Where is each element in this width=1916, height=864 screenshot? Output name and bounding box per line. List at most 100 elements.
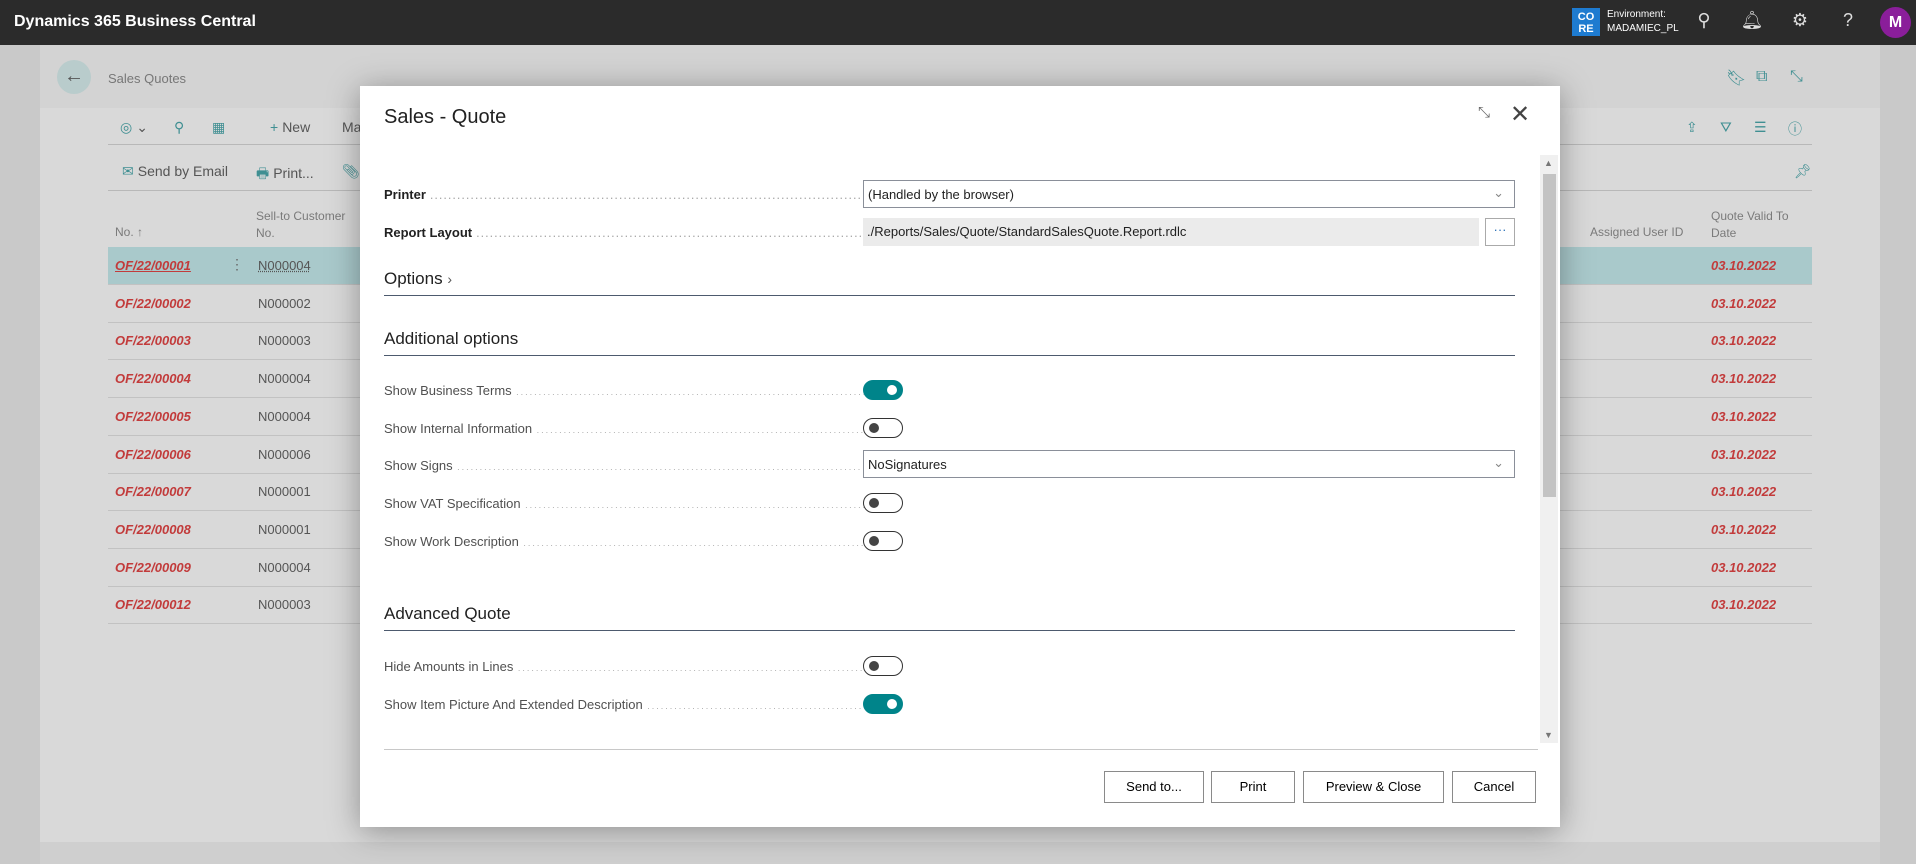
valid-to-date: 03.10.2022	[1711, 521, 1777, 537]
show-business-terms-toggle[interactable]	[863, 380, 903, 400]
show-signs-value: NoSignatures	[868, 457, 947, 472]
environment-name: MADAMIEC_PL	[1607, 23, 1679, 34]
back-button[interactable]: ←	[57, 60, 91, 94]
send-to-button[interactable]: Send to...	[1104, 771, 1204, 803]
advanced-quote-header: Advanced Quote	[384, 604, 1515, 631]
filter-icon[interactable]: ⛛	[1720, 119, 1736, 136]
views-icon[interactable]: ◎ ⌄	[120, 119, 148, 136]
quote-no-link[interactable]: OF/22/00008	[115, 522, 191, 537]
valid-to-date: 03.10.2022	[1711, 295, 1777, 311]
preview-close-button[interactable]: Preview & Close	[1303, 771, 1444, 803]
customer-no[interactable]: N000002	[258, 296, 311, 311]
options-section-header[interactable]: Options ›	[384, 269, 1515, 296]
print-button[interactable]: Print	[1211, 771, 1295, 803]
quote-no-link[interactable]: OF/22/00004	[115, 371, 191, 386]
gear-icon[interactable]: ⚙	[1788, 10, 1812, 31]
bookmark-icon[interactable]: 🔖︎	[1726, 68, 1746, 88]
quote-no-link[interactable]: OF/22/00003	[115, 333, 191, 348]
report-layout-lookup-button[interactable]: ···	[1485, 218, 1515, 246]
list-view-icon[interactable]: ☰	[1754, 119, 1771, 136]
share-icon[interactable]: ⇪	[1686, 119, 1702, 136]
quote-no-link[interactable]: OF/22/00009	[115, 560, 191, 575]
unpin-icon[interactable]: 📌︎	[1794, 163, 1816, 180]
chevron-right-icon: ›	[447, 271, 452, 287]
quote-no-link[interactable]: OF/22/00002	[115, 296, 191, 311]
new-button[interactable]: + New	[270, 119, 310, 135]
show-internal-information-toggle[interactable]	[863, 418, 903, 438]
search-icon[interactable]: ⚲	[1692, 10, 1716, 31]
valid-to-date: 03.10.2022	[1711, 446, 1777, 462]
search-icon[interactable]: ⚲	[174, 119, 188, 136]
close-icon[interactable]: ✕	[1510, 100, 1530, 129]
show-item-picture-toggle[interactable]	[863, 694, 903, 714]
report-layout-label: Report Layout	[384, 225, 864, 240]
quote-no-link[interactable]: OF/22/00006	[115, 447, 191, 462]
customer-no[interactable]: N000001	[258, 484, 311, 499]
collapse-icon[interactable]: ⤡	[1790, 68, 1803, 86]
scroll-down-icon[interactable]: ▼	[1544, 730, 1553, 740]
valid-to-date: 03.10.2022	[1711, 408, 1777, 424]
cancel-button[interactable]: Cancel	[1452, 771, 1536, 803]
info-icon[interactable]: ⓘ	[1788, 119, 1806, 139]
edit-list-icon[interactable]: ▦	[212, 119, 229, 136]
field-label: Show Item Picture And Extended Descripti…	[384, 697, 864, 712]
bell-icon[interactable]: 🔔︎	[1740, 10, 1764, 31]
additional-options-header: Additional options	[384, 329, 1515, 356]
customer-no[interactable]: N000001	[258, 522, 311, 537]
field-label: Show VAT Specification	[384, 496, 864, 511]
open-new-window-icon[interactable]: ⧉	[1756, 68, 1767, 86]
environment-badge[interactable]: CO RE	[1572, 8, 1600, 36]
page-footer	[40, 842, 1880, 864]
valid-to-date: 03.10.2022	[1711, 258, 1777, 273]
column-header-valid-to[interactable]: Quote Valid To Date	[1711, 208, 1801, 242]
column-header-assigned-user[interactable]: Assigned User ID	[1590, 224, 1683, 241]
scrollbar-thumb[interactable]	[1543, 174, 1556, 497]
print-button[interactable]: 🖶︎ Print...	[256, 163, 314, 187]
customer-no[interactable]: N000006	[258, 447, 311, 462]
valid-to-date: 03.10.2022	[1711, 371, 1777, 387]
scroll-up-icon[interactable]: ▲	[1544, 158, 1553, 168]
chevron-down-icon: ⌄	[1493, 185, 1504, 200]
manage-button[interactable]: Ma	[342, 119, 361, 135]
help-icon[interactable]: ?	[1836, 10, 1860, 31]
send-by-email-button[interactable]: ✉ Send by Email	[122, 163, 228, 180]
quote-no-link[interactable]: OF/22/00001	[115, 258, 191, 273]
scrollbar[interactable]: ▲ ▼	[1540, 155, 1558, 743]
collapse-icon[interactable]: ⤡	[1478, 104, 1490, 121]
new-label: New	[282, 119, 311, 135]
divider	[384, 749, 1538, 750]
valid-to-date: 03.10.2022	[1711, 333, 1777, 349]
chevron-down-icon: ⌄	[1493, 455, 1504, 470]
column-header-no[interactable]: No. ↑	[115, 224, 143, 241]
valid-to-date: 03.10.2022	[1711, 559, 1777, 575]
customer-no[interactable]: N000003	[258, 333, 311, 348]
show-vat-specification-toggle[interactable]	[863, 493, 903, 513]
environment-info[interactable]: Environment: MADAMIEC_PL	[1607, 8, 1679, 36]
customer-no[interactable]: N000003	[258, 597, 311, 612]
customer-no[interactable]: N000004	[258, 560, 311, 575]
app-title: Dynamics 365 Business Central	[14, 13, 256, 30]
avatar[interactable]: M	[1880, 7, 1911, 38]
field-label: Show Signs	[384, 458, 864, 473]
show-work-description-toggle[interactable]	[863, 531, 903, 551]
environment-label: Environment:	[1607, 9, 1666, 20]
dialog-title: Sales - Quote	[384, 106, 507, 128]
quote-no-link[interactable]: OF/22/00012	[115, 597, 191, 612]
field-label: Hide Amounts in Lines	[384, 659, 864, 674]
quote-no-link[interactable]: OF/22/00005	[115, 409, 191, 424]
breadcrumb: Sales Quotes	[108, 71, 187, 86]
field-label: Show Internal Information	[384, 421, 864, 436]
hide-amounts-toggle[interactable]	[863, 656, 903, 676]
customer-no[interactable]: N000004	[258, 409, 311, 424]
customer-no[interactable]: N000004	[258, 371, 311, 386]
customer-no[interactable]: N000004	[258, 258, 311, 273]
report-layout-field: ./Reports/Sales/Quote/StandardSalesQuote…	[863, 218, 1479, 246]
quote-no-link[interactable]: OF/22/00007	[115, 484, 191, 499]
field-label: Show Work Description	[384, 534, 864, 549]
row-menu-icon[interactable]: ⋮	[230, 256, 244, 273]
printer-select[interactable]: (Handled by the browser) ⌄	[863, 180, 1515, 208]
print-label: Print...	[273, 165, 314, 181]
top-bar: Dynamics 365 Business Central CO RE Envi…	[0, 0, 1916, 45]
show-signs-select[interactable]: NoSignatures ⌄	[863, 450, 1515, 478]
column-header-customer[interactable]: Sell-to Customer No.	[256, 208, 366, 242]
